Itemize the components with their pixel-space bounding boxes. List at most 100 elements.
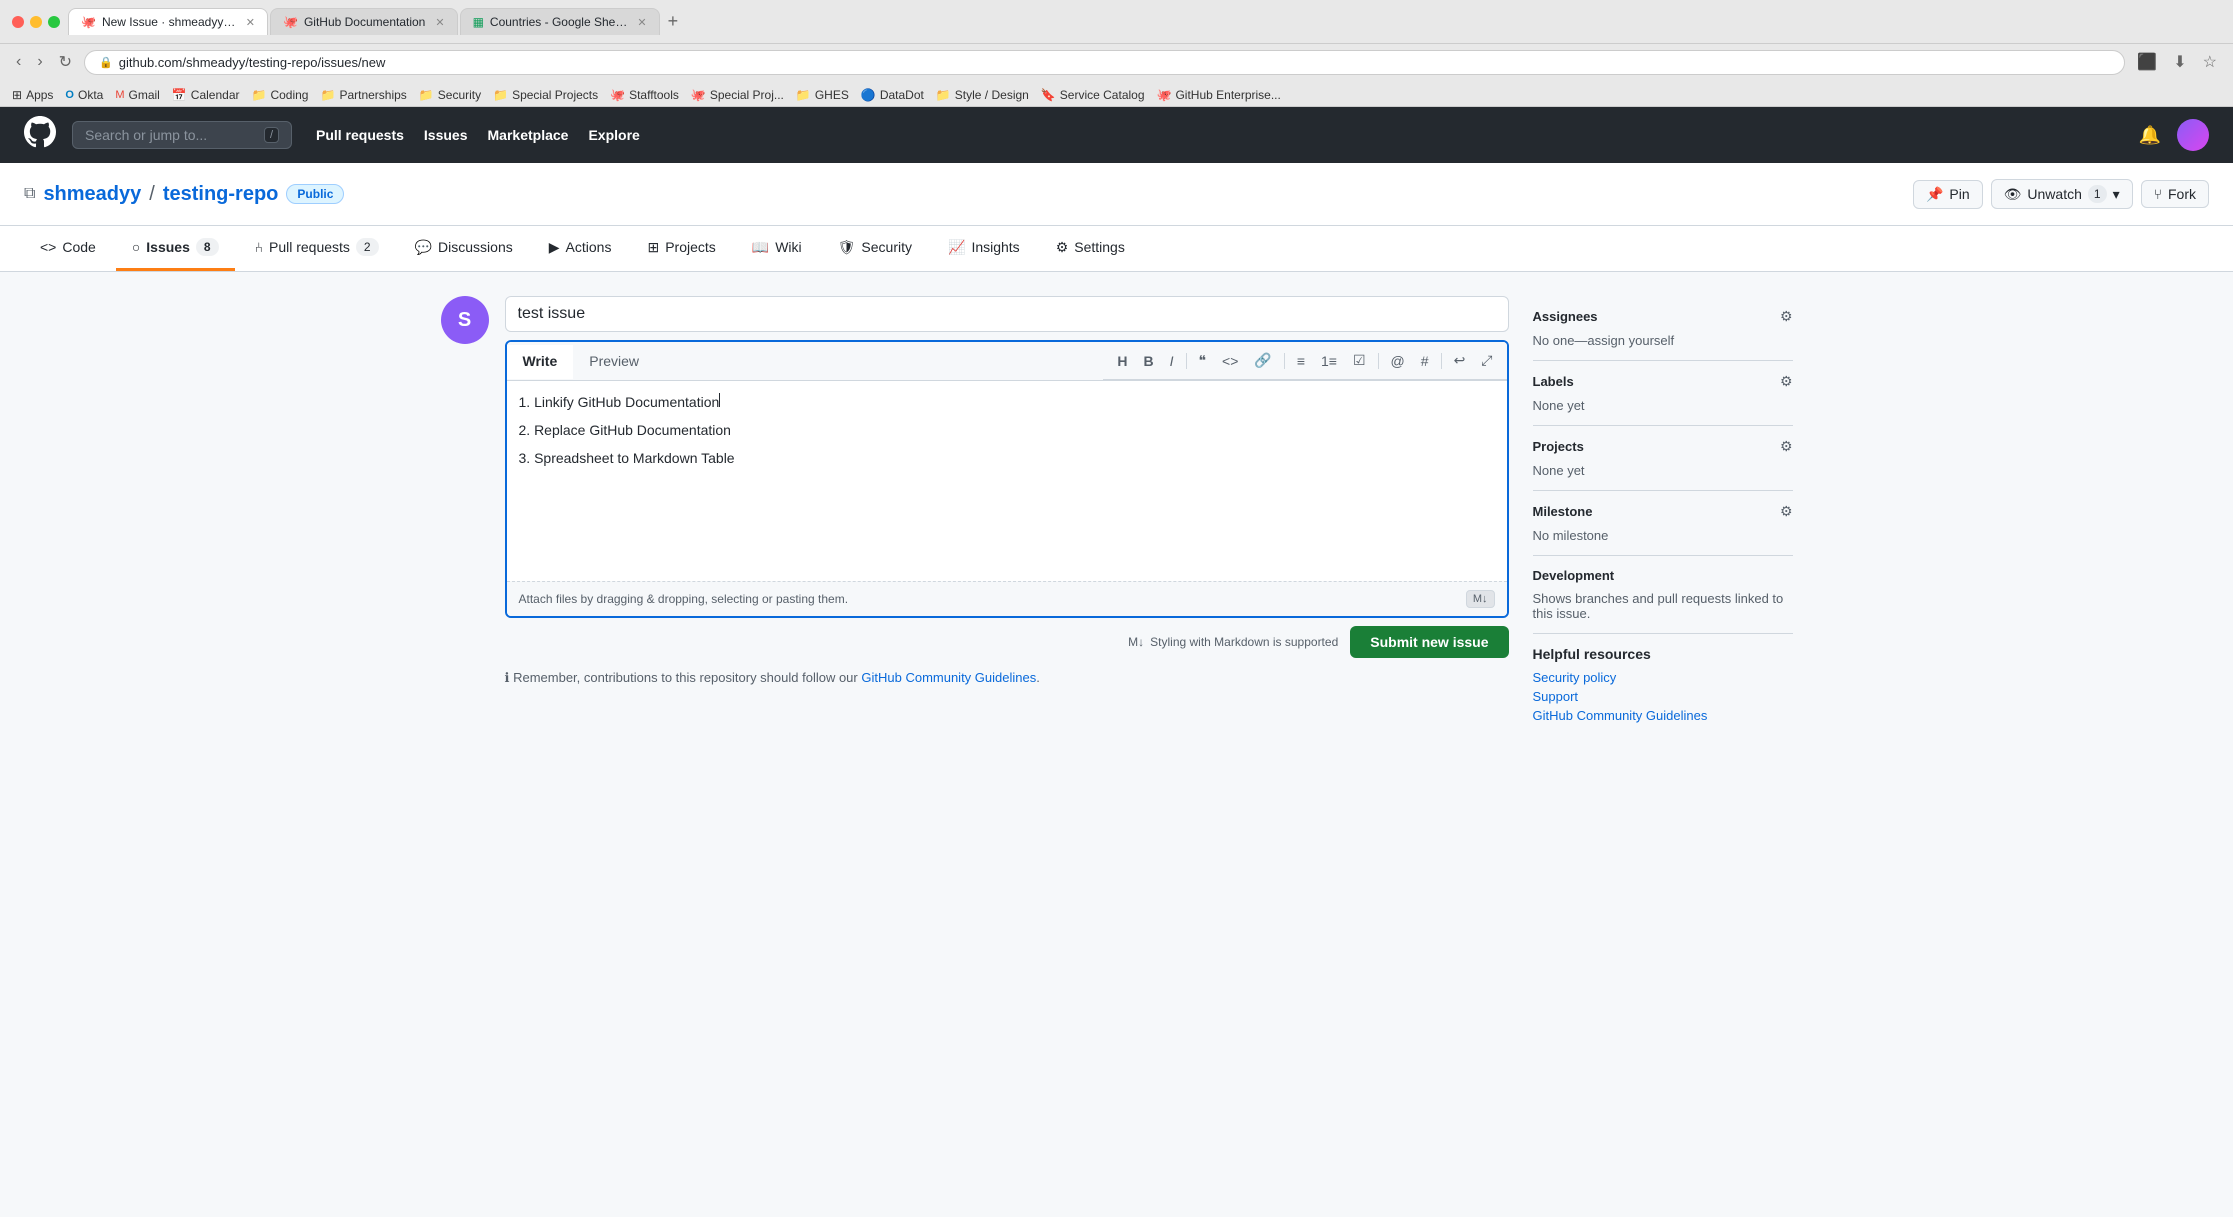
bookmark-github-enterprise[interactable]: 🐙 GitHub Enterprise... xyxy=(1157,88,1281,102)
github-search[interactable]: Search or jump to... / xyxy=(72,121,292,149)
issue-title-input[interactable] xyxy=(505,296,1509,332)
mention-button[interactable]: @ xyxy=(1385,349,1411,373)
browser-tabs: 🐙 New Issue · shmeadyy/testing... ✕ 🐙 Gi… xyxy=(68,8,2221,35)
nav-wiki[interactable]: 📖 Wiki xyxy=(736,226,818,271)
unordered-list-button[interactable]: ≡ xyxy=(1291,349,1311,373)
submit-new-issue-button[interactable]: Submit new issue xyxy=(1350,626,1508,658)
forward-button[interactable]: › xyxy=(33,49,46,75)
nav-issues[interactable]: Issues xyxy=(424,127,468,143)
download-button[interactable]: ⬇ xyxy=(2169,48,2190,76)
bookmark-stafftools[interactable]: 🐙 Stafftools xyxy=(610,88,679,102)
nav-security[interactable]: 🛡 Security xyxy=(822,226,928,271)
editor-body[interactable]: 1. Linkify GitHub Documentation 2. Repla… xyxy=(507,381,1507,581)
insights-icon: 📈 xyxy=(948,239,965,256)
nav-settings[interactable]: ⚙ Settings xyxy=(1040,226,1141,271)
tab2-close-icon[interactable]: ✕ xyxy=(435,16,444,29)
unwatch-button[interactable]: 👁 Unwatch 1 ▾ xyxy=(1991,179,2133,209)
special-projects-icon: 📁 xyxy=(493,88,508,102)
unwatch-chevron-icon[interactable]: ▾ xyxy=(2113,186,2120,203)
preview-tab[interactable]: Preview xyxy=(573,345,655,378)
github-logo[interactable] xyxy=(24,116,56,155)
notifications-button[interactable]: 🔔 xyxy=(2139,125,2161,146)
repo-owner[interactable]: shmeadyy xyxy=(43,183,141,206)
tab1-close-icon[interactable]: ✕ xyxy=(246,16,255,29)
sidebar-labels: Labels ⚙ None yet xyxy=(1533,361,1793,426)
assignees-gear-button[interactable]: ⚙ xyxy=(1780,308,1793,325)
browser-tab-3[interactable]: ▦ Countries - Google Sheets ✕ xyxy=(460,8,660,35)
new-tab-button[interactable]: + xyxy=(662,8,685,35)
user-avatar[interactable] xyxy=(2177,119,2209,151)
code-button[interactable]: <> xyxy=(1216,349,1244,373)
bookmark-apps[interactable]: ⊞ Apps xyxy=(12,88,53,102)
attach-files-area[interactable]: Attach files by dragging & dropping, sel… xyxy=(507,581,1507,616)
nav-code[interactable]: <> Code xyxy=(24,226,112,271)
back-button[interactable]: ‹ xyxy=(12,49,25,75)
nav-marketplace[interactable]: Marketplace xyxy=(488,127,569,143)
apps-icon: ⊞ xyxy=(12,88,22,102)
address-bar[interactable]: 🔒 github.com/shmeadyy/testing-repo/issue… xyxy=(84,50,2125,75)
reload-button[interactable]: ↻ xyxy=(55,48,76,76)
bookmark-okta[interactable]: O Okta xyxy=(65,88,103,102)
bookmark-calendar[interactable]: 📅 Calendar xyxy=(172,88,240,102)
close-dot[interactable] xyxy=(12,16,24,28)
minimize-dot[interactable] xyxy=(30,16,42,28)
nav-projects[interactable]: ⊞ Projects xyxy=(631,226,731,271)
markdown-note-icon: M↓ xyxy=(1128,635,1144,649)
main-content: S Write Preview H B I ❝ xyxy=(417,272,1817,763)
nav-pull-requests[interactable]: Pull requests xyxy=(316,127,404,143)
sidebar-milestone: Milestone ⚙ No milestone xyxy=(1533,491,1793,556)
heading-button[interactable]: H xyxy=(1111,349,1133,373)
link-button[interactable]: 🔗 xyxy=(1248,348,1277,373)
tab3-close-icon[interactable]: ✕ xyxy=(637,16,646,29)
bookmark-service-catalog[interactable]: 🔖 Service Catalog xyxy=(1041,88,1145,102)
nav-actions[interactable]: ▶ Actions xyxy=(533,226,628,271)
nav-insights[interactable]: 📈 Insights xyxy=(932,226,1036,271)
undo-button[interactable]: ↩ xyxy=(1448,348,1472,373)
bookmark-special-projects[interactable]: 📁 Special Projects xyxy=(493,88,598,102)
issue-form: S Write Preview H B I ❝ xyxy=(441,296,1509,739)
bookmark-style-design[interactable]: 📁 Style / Design xyxy=(936,88,1029,102)
support-link[interactable]: Support xyxy=(1533,689,1793,704)
markdown-note-text: Styling with Markdown is supported xyxy=(1150,635,1338,649)
nav-pull-requests[interactable]: ⑃ Pull requests 2 xyxy=(239,226,395,271)
write-tab[interactable]: Write xyxy=(507,345,574,379)
fork-button[interactable]: ⑂ Fork xyxy=(2141,180,2209,208)
bookmark-ghes[interactable]: 📁 GHES xyxy=(796,88,849,102)
nav-discussions[interactable]: 💬 Discussions xyxy=(399,226,529,271)
fullscreen-button[interactable]: ⤢ xyxy=(1475,348,1498,373)
nav-issues[interactable]: ○ Issues 8 xyxy=(116,226,235,271)
partnerships-icon: 📁 xyxy=(320,88,335,102)
bookmark-gmail[interactable]: M Gmail xyxy=(115,88,160,102)
toolbar-separator-2 xyxy=(1284,353,1285,369)
nav-explore[interactable]: Explore xyxy=(588,127,639,143)
projects-gear-button[interactable]: ⚙ xyxy=(1780,438,1793,455)
address-text: github.com/shmeadyy/testing-repo/issues/… xyxy=(119,55,386,70)
quote-button[interactable]: ❝ xyxy=(1193,348,1213,373)
italic-button[interactable]: I xyxy=(1164,349,1180,373)
security-policy-link[interactable]: Security policy xyxy=(1533,670,1793,685)
bookmark-partnerships[interactable]: 📁 Partnerships xyxy=(320,88,406,102)
task-list-button[interactable]: ☑ xyxy=(1347,348,1372,373)
user-avatar-form: S xyxy=(441,296,489,344)
browser-tab-1[interactable]: 🐙 New Issue · shmeadyy/testing... ✕ xyxy=(68,8,268,35)
pin-button[interactable]: 📌 Pin xyxy=(1913,180,1983,209)
bookmark-coding[interactable]: 📁 Coding xyxy=(252,88,309,102)
extensions-button[interactable]: ⬛ xyxy=(2133,48,2161,76)
bookmark-button[interactable]: ☆ xyxy=(2199,48,2221,76)
bookmark-security[interactable]: 📁 Security xyxy=(419,88,481,102)
milestone-gear-button[interactable]: ⚙ xyxy=(1780,503,1793,520)
ordered-list-button[interactable]: 1≡ xyxy=(1315,349,1343,373)
bookmark-datadot[interactable]: 🔵 DataDot xyxy=(861,88,924,102)
ref-button[interactable]: # xyxy=(1415,349,1435,373)
community-guidelines-sidebar-link[interactable]: GitHub Community Guidelines xyxy=(1533,708,1793,723)
repo-name[interactable]: testing-repo xyxy=(163,183,279,206)
labels-gear-button[interactable]: ⚙ xyxy=(1780,373,1793,390)
community-guidelines-link[interactable]: GitHub Community Guidelines xyxy=(861,670,1036,685)
maximize-dot[interactable] xyxy=(48,16,60,28)
bold-button[interactable]: B xyxy=(1137,349,1159,373)
assignees-value[interactable]: No one—assign yourself xyxy=(1533,333,1793,348)
labels-title: Labels xyxy=(1533,374,1574,389)
browser-tab-2[interactable]: 🐙 GitHub Documentation ✕ xyxy=(270,8,458,35)
bookmark-special-proj[interactable]: 🐙 Special Proj... xyxy=(691,88,784,102)
markdown-icon: M↓ xyxy=(1473,593,1488,605)
